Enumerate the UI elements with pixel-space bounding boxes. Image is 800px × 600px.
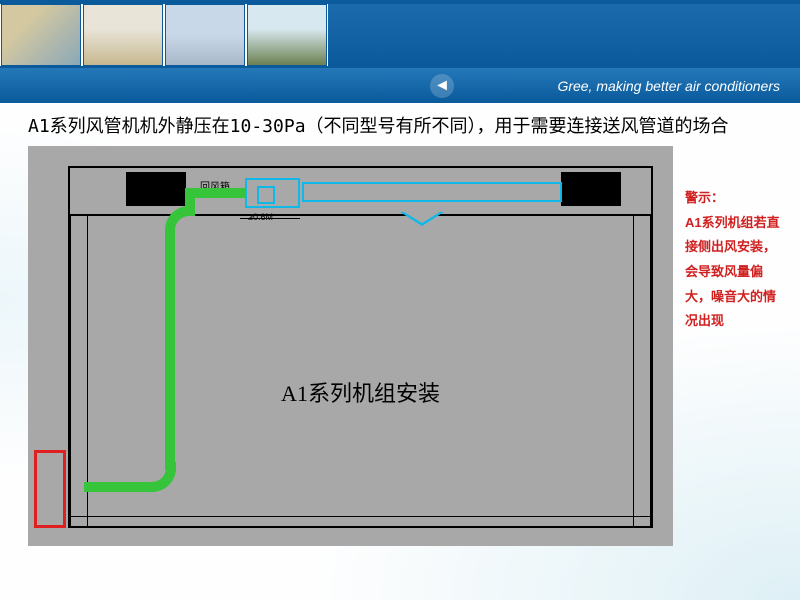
- plenum-right: [561, 172, 621, 206]
- tagline: Gree, making better air conditioners: [557, 78, 780, 94]
- thumb-1: [1, 4, 81, 66]
- header-tagline-bar: ◄ Gree, making better air conditioners: [0, 68, 800, 103]
- thumb-2: [83, 4, 163, 66]
- header-thumbnails: GREE: [0, 0, 800, 68]
- warning-body: A1系列机组若直接侧出风安装，会导致风量偏大，噪音大的情况出现: [685, 211, 780, 334]
- thumb-4: [247, 4, 327, 66]
- installation-diagram: 回风箱 ≥0.6M A1系列机组安装: [28, 146, 673, 546]
- refrigerant-pipe: [190, 188, 245, 198]
- refrigerant-pipe: [84, 482, 154, 492]
- room-outline: 回风箱 ≥0.6M A1系列机组安装: [68, 166, 653, 528]
- refrigerant-pipe: [165, 230, 175, 470]
- plenum-left: [126, 172, 186, 206]
- indoor-unit: [245, 178, 300, 208]
- outdoor-unit: [34, 450, 66, 528]
- air-duct: [302, 182, 562, 202]
- slide-content: A1系列风管机机外静压在10-30Pa（不同型号有所不同），用于需要连接送风管道…: [0, 105, 800, 546]
- slide-header: GREE ◄ Gree, making better air condition…: [0, 0, 800, 105]
- dimension-arrow: [240, 218, 300, 219]
- back-icon[interactable]: ◄: [430, 74, 454, 98]
- diffuser: [400, 212, 444, 226]
- wall-left: [70, 216, 88, 526]
- slide-title: A1系列风管机机外静压在10-30Pa（不同型号有所不同），用于需要连接送风管道…: [28, 113, 780, 140]
- diagram-caption: A1系列机组安装: [281, 376, 440, 408]
- floor: [70, 516, 651, 526]
- warning-note: 警示： A1系列机组若直接侧出风安装，会导致风量偏大，噪音大的情况出现: [673, 146, 780, 546]
- warning-head: 警示：: [685, 186, 780, 211]
- dimension-label: ≥0.6M: [248, 212, 273, 222]
- header-bar: GREE: [328, 4, 800, 66]
- thumb-3: [165, 4, 245, 66]
- wall-right: [633, 216, 651, 526]
